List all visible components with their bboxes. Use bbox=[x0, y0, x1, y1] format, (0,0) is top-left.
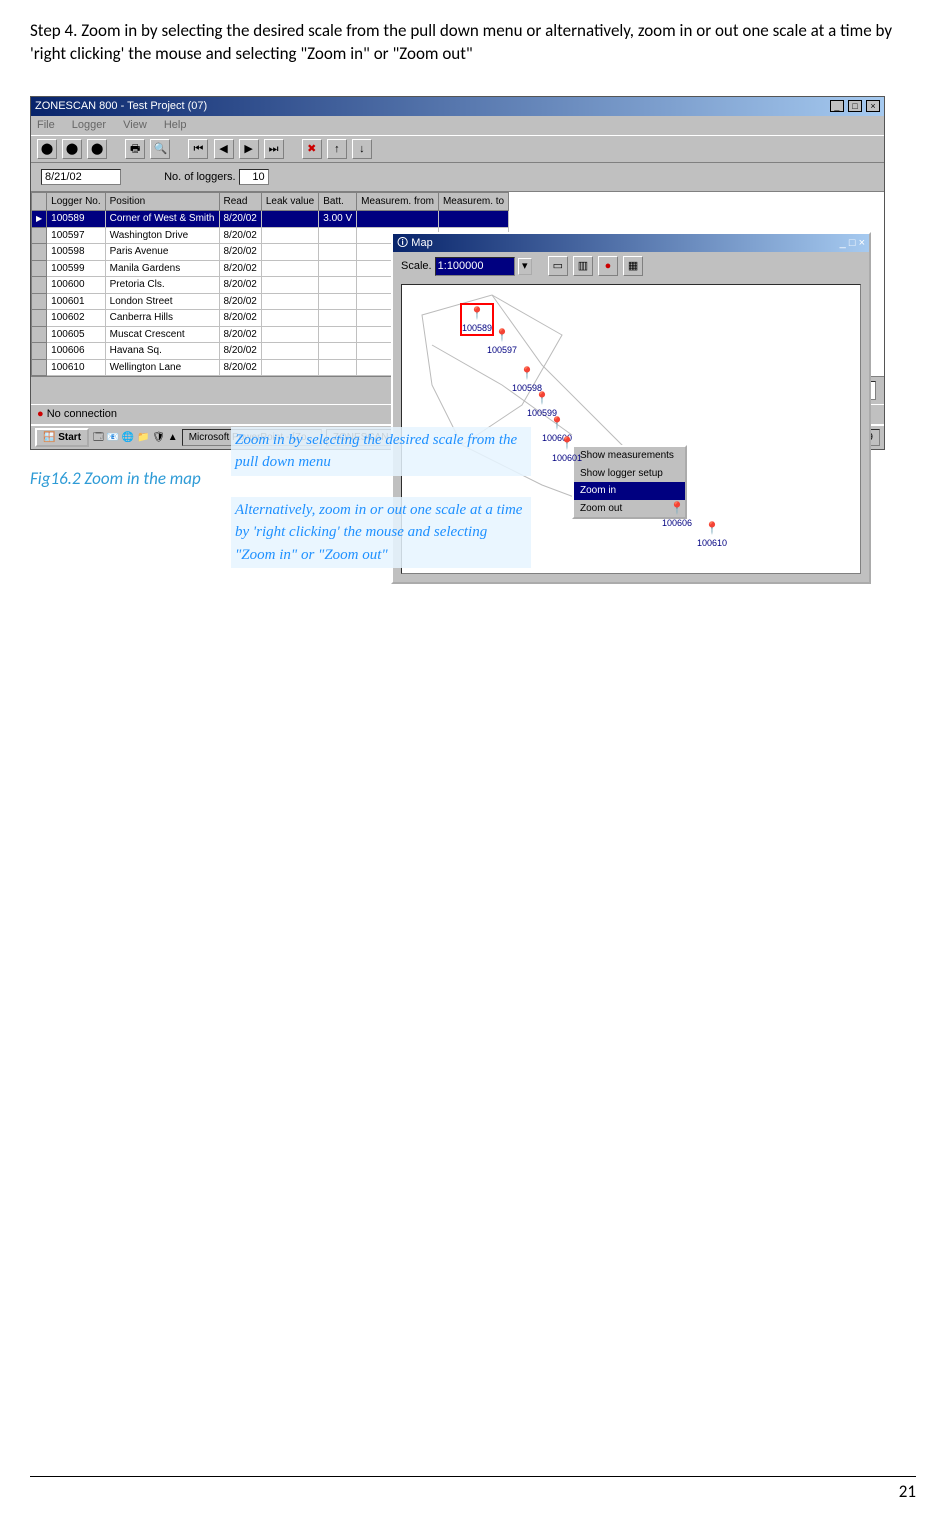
toolbar: ⬤ ⬤ ⬤ 🖶 🔍 ⏮ ◀ ▶ ⏭ ✖ ↑ ↓ bbox=[31, 135, 884, 163]
col-header[interactable]: Leak value bbox=[261, 192, 318, 211]
scale-label: Scale. bbox=[401, 260, 432, 272]
window-controls: _ □ × bbox=[829, 99, 880, 114]
menu-logger[interactable]: Logger bbox=[72, 119, 106, 131]
tb-btn-search[interactable]: 🔍 bbox=[150, 139, 170, 159]
nav-prev-icon[interactable]: ◀ bbox=[214, 139, 234, 159]
logger-pin[interactable]: 100606 bbox=[662, 500, 692, 528]
col-header[interactable]: Batt. bbox=[319, 192, 357, 211]
map-titlebar: 🛈 Map _ □ × bbox=[393, 234, 869, 253]
app-screenshot: ZONESCAN 800 - Test Project (07) _ □ × F… bbox=[30, 96, 885, 450]
tb-btn-stop[interactable]: ✖ bbox=[302, 139, 322, 159]
logger-pin[interactable]: 100601 bbox=[552, 435, 582, 463]
scale-dropdown[interactable]: 1:100000 bbox=[435, 257, 515, 276]
dropdown-arrow-icon[interactable]: ▾ bbox=[518, 258, 532, 275]
map-tool-2[interactable]: ▥ bbox=[573, 256, 593, 276]
arrow-down-icon[interactable]: ↓ bbox=[352, 139, 372, 159]
app-titlebar: ZONESCAN 800 - Test Project (07) _ □ × bbox=[31, 97, 884, 116]
step-instruction: Step 4. Zoom in by selecting the desired… bbox=[30, 20, 916, 66]
tb-btn-3[interactable]: ⬤ bbox=[87, 139, 107, 159]
start-button[interactable]: 🪟 Start bbox=[35, 428, 89, 448]
map-maximize-icon[interactable]: □ bbox=[849, 237, 856, 249]
context-menu-item[interactable]: Show logger setup bbox=[574, 465, 685, 483]
quicklaunch-icons[interactable]: 🗔 📧 🌐 📁 🛡 ▲ bbox=[93, 431, 178, 445]
arrow-up-icon[interactable]: ↑ bbox=[327, 139, 347, 159]
filter-row: No. of loggers. bbox=[31, 163, 884, 191]
logger-pin[interactable]: 100597 bbox=[487, 327, 517, 355]
data-area: Logger No.PositionReadLeak valueBatt.Mea… bbox=[31, 191, 884, 377]
map-icon: 🛈 bbox=[397, 237, 408, 249]
loggers-label: No. of loggers. bbox=[164, 171, 236, 183]
col-header[interactable]: Position bbox=[105, 192, 219, 211]
nav-first-icon[interactable]: ⏮ bbox=[188, 139, 208, 159]
page-number: 21 bbox=[899, 1481, 916, 1502]
col-header[interactable]: Measurem. from bbox=[357, 192, 439, 211]
minimize-icon[interactable]: _ bbox=[830, 100, 844, 112]
maximize-icon[interactable]: □ bbox=[848, 100, 862, 112]
close-icon[interactable]: × bbox=[866, 100, 880, 112]
map-toolbar: Scale. 1:100000 ▾ ▭ ▥ ● ▦ bbox=[393, 252, 869, 280]
page-footer: 21 bbox=[30, 1476, 916, 1504]
menu-view[interactable]: View bbox=[123, 119, 147, 131]
nav-last-icon[interactable]: ⏭ bbox=[264, 139, 284, 159]
map-tool-record-icon[interactable]: ● bbox=[598, 256, 618, 276]
annotation-2: Alternatively, zoom in or out one scale … bbox=[231, 497, 531, 569]
context-menu-item[interactable]: Zoom in bbox=[574, 482, 685, 500]
map-minimize-icon[interactable]: _ bbox=[840, 237, 846, 249]
map-title: Map bbox=[411, 237, 432, 249]
app-title: ZONESCAN 800 - Test Project (07) bbox=[35, 99, 207, 114]
menubar: File Logger View Help bbox=[31, 116, 884, 135]
nav-next-icon[interactable]: ▶ bbox=[239, 139, 259, 159]
map-tool-1[interactable]: ▭ bbox=[548, 256, 568, 276]
map-close-icon[interactable]: × bbox=[859, 237, 865, 249]
logger-pin[interactable]: 100610 bbox=[697, 520, 727, 548]
col-header[interactable]: Read bbox=[219, 192, 261, 211]
tb-btn-1[interactable]: ⬤ bbox=[37, 139, 57, 159]
context-menu-item[interactable]: Show measurements bbox=[574, 447, 685, 465]
col-header[interactable]: Logger No. bbox=[47, 192, 105, 211]
loggers-count-input[interactable] bbox=[239, 169, 269, 185]
tb-btn-2[interactable]: ⬤ bbox=[62, 139, 82, 159]
tb-btn-print[interactable]: 🖶 bbox=[125, 139, 145, 159]
table-row[interactable]: 100589Corner of West & Smith8/20/023.00 … bbox=[32, 211, 509, 228]
map-tool-4[interactable]: ▦ bbox=[623, 256, 643, 276]
menu-help[interactable]: Help bbox=[164, 119, 187, 131]
annotation-1: Zoom in by selecting the desired scale f… bbox=[231, 427, 531, 476]
col-header[interactable]: Measurem. to bbox=[438, 192, 508, 211]
menu-file[interactable]: File bbox=[37, 119, 55, 131]
date-input[interactable] bbox=[41, 169, 121, 185]
